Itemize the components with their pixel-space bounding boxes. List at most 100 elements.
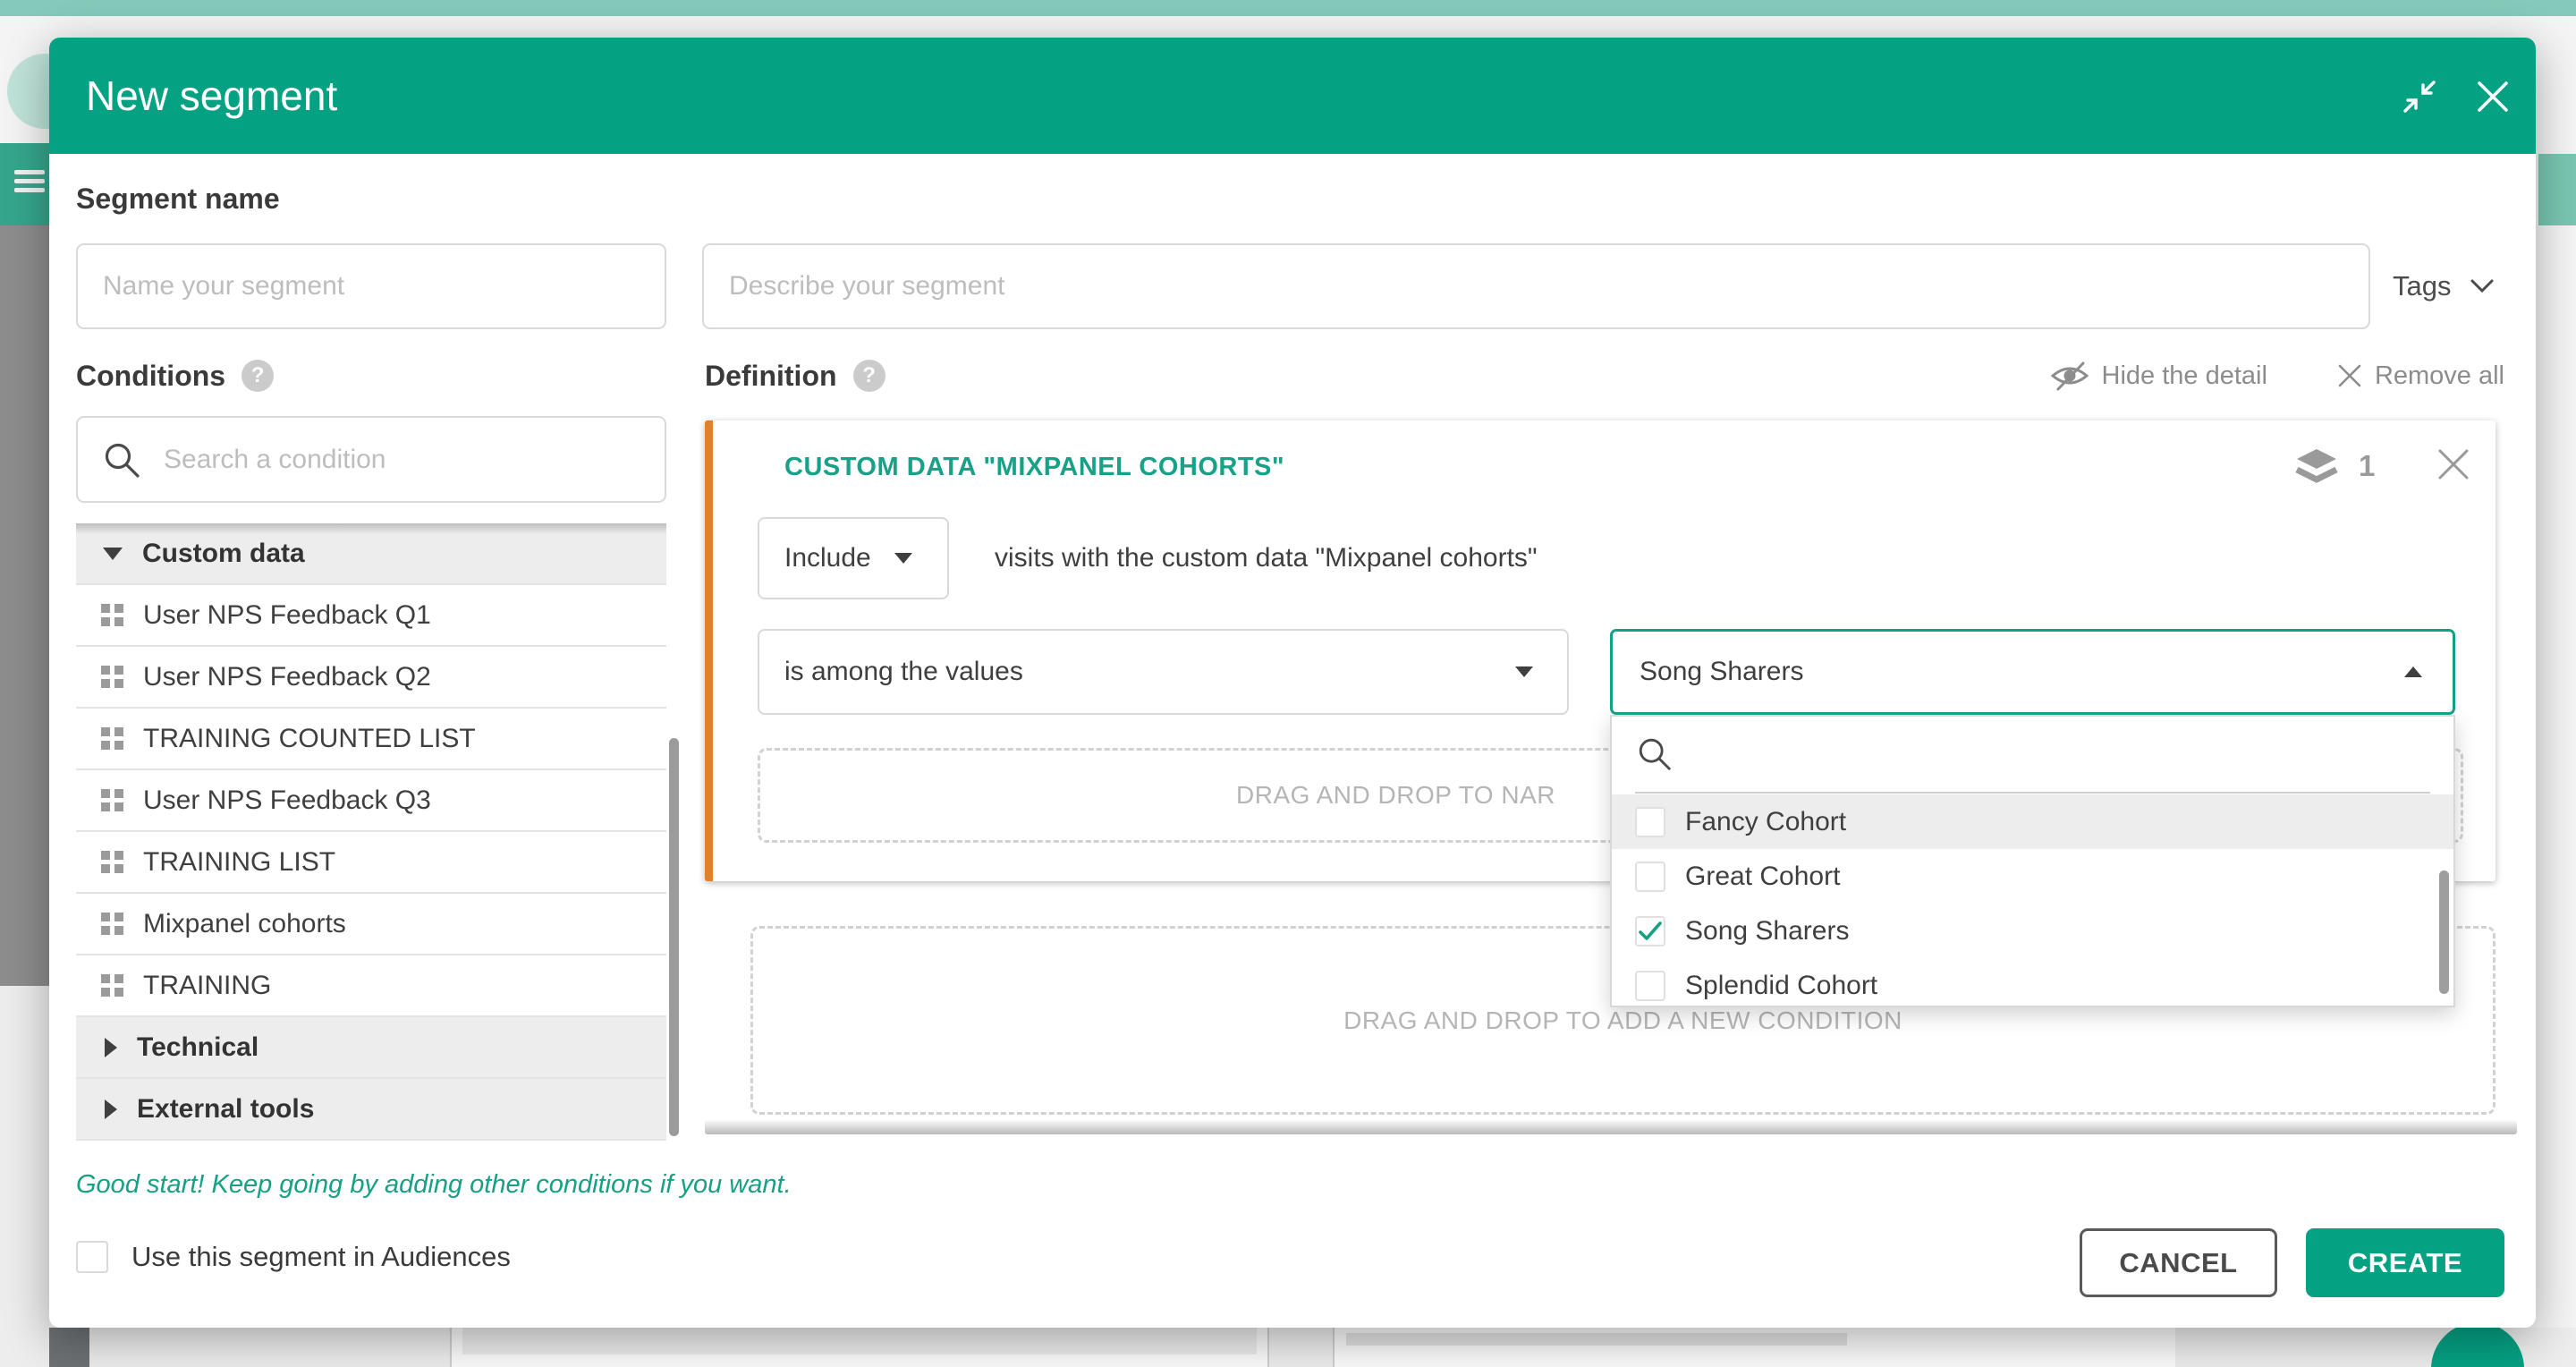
option-label: Fancy Cohort — [1685, 807, 1846, 837]
audiences-checkbox[interactable] — [76, 1241, 108, 1273]
eye-slash-icon — [2050, 361, 2089, 391]
conditions-section-header: Conditions — [76, 356, 274, 395]
condition-item[interactable]: TRAINING COUNTED LIST — [76, 709, 666, 770]
drag-handle-icon[interactable] — [101, 789, 123, 811]
value-select-value: Song Sharers — [1640, 657, 1803, 687]
caret-up-icon — [2404, 667, 2422, 677]
hint-message: Good start! Keep going by adding other c… — [76, 1170, 792, 1200]
hide-detail-button[interactable]: Hide the detail — [2050, 361, 2267, 391]
narrow-dropzone-label: DRAG AND DROP TO NAR — [1236, 751, 1555, 840]
page-bottom-fragment — [49, 1328, 2576, 1367]
condition-item-label: User NPS Feedback Q1 — [143, 600, 431, 631]
create-button[interactable]: CREATE — [2306, 1228, 2504, 1297]
conditions-title: Conditions — [76, 360, 225, 393]
close-icon[interactable] — [2475, 79, 2511, 115]
new-segment-modal: New segment Segment name Tags — [49, 38, 2536, 1328]
search-icon[interactable] — [1635, 734, 1674, 774]
include-select-value: Include — [784, 543, 871, 573]
close-icon — [2337, 363, 2362, 388]
option-label: Song Sharers — [1685, 916, 1849, 947]
drag-handle-icon[interactable] — [101, 727, 123, 750]
modal-title: New segment — [86, 72, 337, 120]
condition-item[interactable]: Mixpanel cohorts — [76, 894, 666, 955]
segment-name-label: Segment name — [76, 183, 280, 216]
remove-all-button[interactable]: Remove all — [2337, 361, 2504, 391]
checkbox-unchecked[interactable] — [1635, 807, 1665, 837]
option-label: Great Cohort — [1685, 862, 1840, 892]
segment-name-input[interactable] — [76, 243, 666, 329]
remove-all-label: Remove all — [2375, 361, 2504, 391]
dropdown-option[interactable]: Song Sharers — [1612, 904, 2453, 958]
definition-actions: Hide the detail Remove all — [2050, 356, 2504, 395]
drag-handle-icon[interactable] — [101, 913, 123, 935]
dropdown-option[interactable]: Fancy Cohort — [1612, 794, 2453, 849]
condition-item-label: TRAINING — [143, 971, 271, 1001]
value-dropdown-panel: Fancy Cohort Great Cohort Song Sharers S… — [1610, 715, 2455, 1007]
include-select[interactable]: Include — [758, 517, 949, 599]
hide-detail-label: Hide the detail — [2102, 361, 2267, 391]
close-icon[interactable] — [2435, 446, 2472, 483]
checkbox-unchecked[interactable] — [1635, 862, 1665, 892]
app-top-bar — [0, 0, 2576, 16]
group-custom-data[interactable]: Custom data — [76, 523, 666, 585]
condition-search-input[interactable] — [162, 444, 595, 476]
dropdown-option[interactable]: Splendid Cohort — [1612, 958, 2453, 1007]
audiences-checkbox-label: Use this segment in Audiences — [131, 1241, 511, 1273]
drag-handle-icon[interactable] — [101, 974, 123, 997]
condition-list: Custom data User NPS Feedback Q1 User NP… — [76, 523, 666, 1141]
operator-select[interactable]: is among the values — [758, 629, 1569, 715]
drag-handle-icon[interactable] — [101, 851, 123, 873]
definition-section-header: Definition — [705, 356, 886, 395]
stack-count: 1 — [2359, 449, 2375, 483]
tags-dropdown[interactable]: Tags — [2393, 243, 2509, 329]
audiences-option: Use this segment in Audiences — [76, 1241, 511, 1273]
modal-header: New segment — [49, 38, 2536, 154]
help-icon[interactable] — [242, 360, 274, 392]
caret-down-icon — [1515, 667, 1533, 677]
condition-item[interactable]: User NPS Feedback Q2 — [76, 647, 666, 709]
condition-card-title: CUSTOM DATA "MIXPANEL COHORTS" — [784, 453, 1284, 482]
help-icon[interactable] — [853, 360, 886, 392]
triangle-down-icon — [103, 548, 123, 560]
checkbox-checked[interactable] — [1635, 916, 1665, 947]
stack-counter: 1 — [2294, 447, 2375, 485]
app-header-fragment-right — [2538, 154, 2576, 225]
scrollbar-thumb[interactable] — [2439, 870, 2449, 994]
definition-title: Definition — [705, 360, 837, 393]
triangle-right-icon — [105, 1038, 117, 1057]
condition-item[interactable]: User NPS Feedback Q1 — [76, 585, 666, 647]
drag-handle-icon[interactable] — [101, 666, 123, 688]
condition-item-label: TRAINING COUNTED LIST — [143, 724, 476, 754]
horizontal-scrollbar[interactable] — [705, 1120, 2517, 1134]
value-select[interactable]: Song Sharers — [1610, 629, 2455, 715]
app-sidebar-fragment-lower — [0, 986, 49, 1367]
menu-icon[interactable] — [14, 170, 45, 193]
group-label: Technical — [137, 1032, 258, 1063]
collapse-icon[interactable] — [2402, 79, 2437, 115]
condition-item[interactable]: TRAINING LIST — [76, 832, 666, 894]
group-label: Custom data — [142, 539, 305, 569]
divider — [1635, 792, 2430, 794]
condition-item-label: User NPS Feedback Q2 — [143, 662, 431, 692]
app-stage: New segment Segment name Tags — [0, 0, 2576, 1367]
triangle-right-icon — [105, 1100, 117, 1119]
tags-label: Tags — [2393, 270, 2451, 302]
condition-item[interactable]: User NPS Feedback Q3 — [76, 770, 666, 832]
group-external-tools[interactable]: External tools — [76, 1079, 666, 1141]
search-icon — [101, 439, 142, 480]
condition-search — [76, 416, 666, 503]
condition-item-label: TRAINING LIST — [143, 847, 335, 878]
option-label: Splendid Cohort — [1685, 971, 1877, 1001]
dropdown-option[interactable]: Great Cohort — [1612, 849, 2453, 904]
app-sidebar-fragment — [0, 225, 49, 986]
condition-item[interactable]: TRAINING — [76, 955, 666, 1017]
cancel-button[interactable]: CANCEL — [2080, 1228, 2277, 1297]
condition-item-label: User NPS Feedback Q3 — [143, 785, 431, 816]
layers-icon — [2294, 447, 2339, 485]
drag-handle-icon[interactable] — [101, 604, 123, 626]
scrollbar-thumb[interactable] — [669, 738, 679, 1136]
checkbox-unchecked[interactable] — [1635, 971, 1665, 1001]
operator-select-value: is among the values — [784, 657, 1023, 687]
segment-description-input[interactable] — [702, 243, 2370, 329]
group-technical[interactable]: Technical — [76, 1017, 666, 1079]
